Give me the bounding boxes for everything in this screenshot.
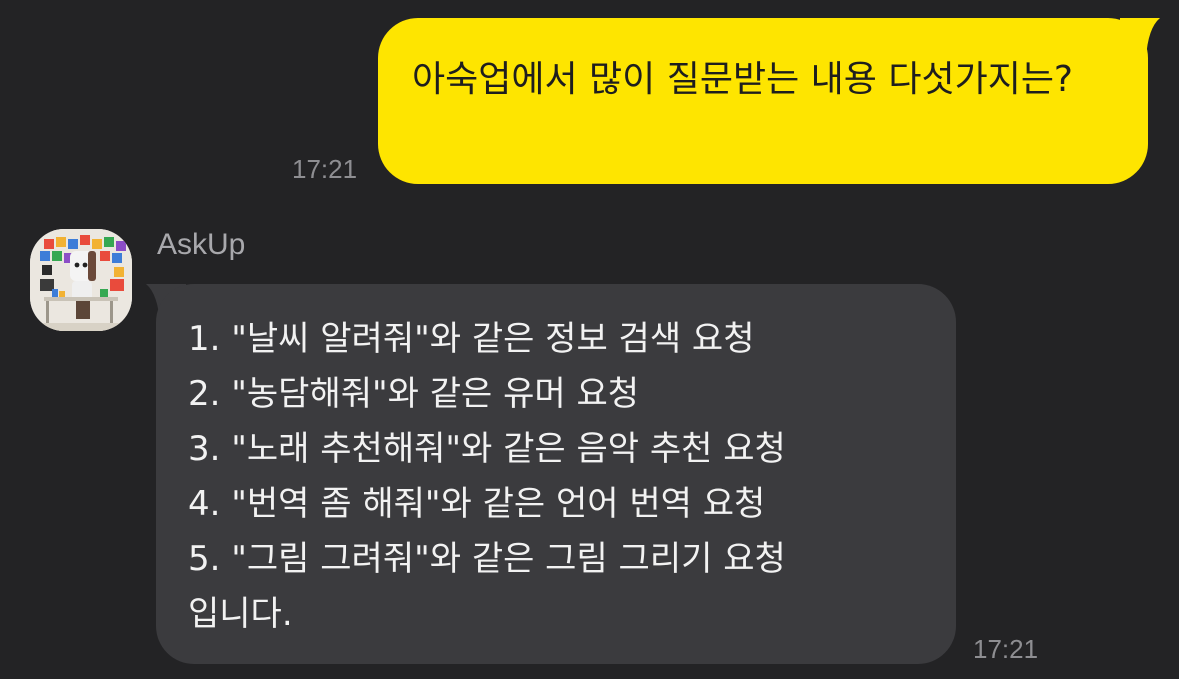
askup-robot-avatar-icon[interactable] bbox=[30, 229, 132, 331]
reply-line: 5. "그림 그려줘"와 같은 그림 그리기 요청 bbox=[188, 539, 786, 579]
outgoing-message-bubble[interactable]: 아숙업에서 많이 질문받는 내용 다섯가지는? bbox=[378, 18, 1148, 184]
incoming-message-bubble[interactable]: 1. "날씨 알려줘"와 같은 정보 검색 요청 2. "농담해줘"와 같은 유… bbox=[156, 284, 956, 664]
incoming-message-time: 17:21 bbox=[973, 634, 1039, 664]
outgoing-message-text: 아숙업에서 많이 질문받는 내용 다섯가지는? bbox=[412, 59, 1074, 100]
reply-line: 입니다. bbox=[188, 594, 293, 634]
reply-line: 2. "농담해줘"와 같은 유머 요청 bbox=[188, 374, 640, 414]
sender-name: AskUp bbox=[157, 228, 246, 261]
outgoing-message-row: 17:21 아숙업에서 많이 질문받는 내용 다섯가지는? bbox=[0, 18, 1179, 188]
reply-line: 1. "날씨 알려줘"와 같은 정보 검색 요청 bbox=[188, 319, 755, 359]
reply-line: 3. "노래 추천해줘"와 같은 음악 추천 요청 bbox=[188, 429, 786, 469]
chat-room: 17:21 아숙업에서 많이 질문받는 내용 다섯가지는? AskUp 1. "… bbox=[0, 0, 1179, 679]
outgoing-message-time: 17:21 bbox=[292, 154, 358, 184]
reply-line: 4. "번역 좀 해줘"와 같은 언어 번역 요청 bbox=[188, 484, 766, 524]
